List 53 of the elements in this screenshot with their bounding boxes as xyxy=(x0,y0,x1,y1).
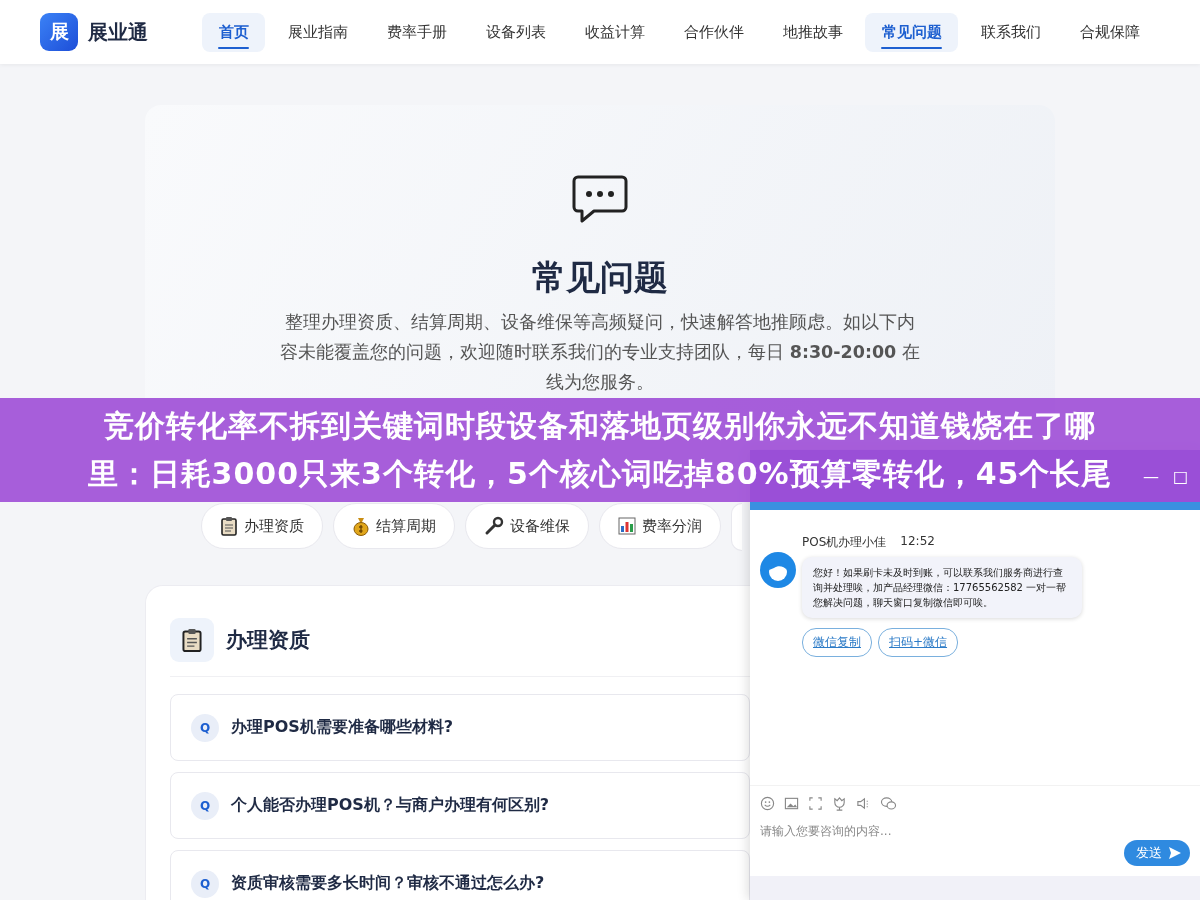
nav-tab[interactable]: 首页 xyxy=(202,12,265,52)
wrench-icon xyxy=(484,516,504,536)
clipboard-icon xyxy=(220,516,238,536)
faq-question[interactable]: Q 个人能否办理POS机？与商户办理有何区别? xyxy=(170,772,750,839)
send-arrow-icon xyxy=(1168,846,1182,860)
nav-tab[interactable]: 展业指南 xyxy=(271,12,364,52)
banner-text: 竞价转化率不拆到关键词时段设备和落地页级别你永远不知道钱烧在了哪 xyxy=(104,407,1096,445)
message-input[interactable]: 请输入您要咨询的内容... xyxy=(760,820,1124,842)
brand-name[interactable]: 展业通 xyxy=(88,18,148,46)
minimize-button[interactable]: — xyxy=(1142,466,1159,486)
category-chip[interactable]: 费率分润 xyxy=(599,503,721,549)
nav-tab[interactable]: 地推故事 xyxy=(766,12,859,52)
agent-avatar-icon xyxy=(760,552,796,588)
nav-tab[interactable]: 合规保障 xyxy=(1063,12,1156,52)
screenshot-icon[interactable] xyxy=(808,796,823,811)
flower-icon[interactable] xyxy=(832,796,847,811)
question-text: 资质审核需要多长时间？审核不通过怎么办? xyxy=(231,873,545,894)
speech-bubble-icon xyxy=(572,175,628,223)
nav-tab[interactable]: 设备列表 xyxy=(469,12,562,52)
sender-name: POS机办理小佳 xyxy=(802,534,887,551)
faq-question[interactable]: Q 资质审核需要多长时间？审核不通过怎么办? xyxy=(170,850,750,900)
speaker-icon[interactable] xyxy=(856,796,871,811)
nav-tab[interactable]: 合作伙伴 xyxy=(667,12,760,52)
message-bubble: 您好！如果刷卡未及时到账，可以联系我们服务商进行查询并处理唉，加产品经理微信：17765562582 一对一帮您解决问题，聊天窗口复制微信即可唉。 xyxy=(802,557,1082,618)
nav-tab[interactable]: 费率手册 xyxy=(370,12,463,52)
intro-paragraph: 整理办理资质、结算周期、设备维保等高频疑问，快速解答地推顾虑。如以下内容未能覆盖您的问题，欢迎随时联系我们的专业支持团队，每日 8:30-20:00 在线为您服务。 xyxy=(279,311,921,394)
nav-tab[interactable]: 常见问题 xyxy=(865,12,958,52)
category-chip[interactable]: 办理资质 xyxy=(201,503,323,549)
message-time: 12:52 xyxy=(900,534,935,550)
send-button[interactable]: 发送 xyxy=(1124,840,1190,866)
money-bag-icon xyxy=(352,516,370,536)
bar-chart-icon xyxy=(618,517,636,535)
wechat-icon[interactable] xyxy=(880,796,897,811)
question-text: 个人能否办理POS机？与商户办理有何区别? xyxy=(231,795,550,816)
faq-question[interactable]: Q 办理POS机需要准备哪些材料? xyxy=(170,694,750,761)
banner-text: 里：日耗3000只来3个转化，5个核心词吃掉80%预算零转化，45个长尾 xyxy=(87,455,1113,493)
question-badge: Q xyxy=(191,791,219,820)
section-title: 办理资质 xyxy=(226,627,310,654)
emoji-icon[interactable] xyxy=(760,796,775,811)
nav-tab[interactable]: 联系我们 xyxy=(964,12,1057,52)
question-text: 办理POS机需要准备哪些材料? xyxy=(231,717,454,738)
page-title: 常见问题 xyxy=(532,256,668,299)
image-icon[interactable] xyxy=(784,796,799,811)
question-badge: Q xyxy=(191,713,219,742)
maximize-button[interactable]: □ xyxy=(1172,466,1188,486)
clipboard-icon xyxy=(170,618,214,662)
category-chip[interactable]: 结算周期 xyxy=(333,503,455,549)
category-chip[interactable]: 设备维保 xyxy=(465,503,589,549)
quick-reply-link[interactable]: 微信复制 xyxy=(802,628,872,657)
quick-reply-link[interactable]: 扫码+微信 xyxy=(878,628,959,657)
question-badge: Q xyxy=(191,869,219,898)
nav-tab[interactable]: 收益计算 xyxy=(568,12,661,52)
logo-mark[interactable]: 展 xyxy=(40,13,78,51)
